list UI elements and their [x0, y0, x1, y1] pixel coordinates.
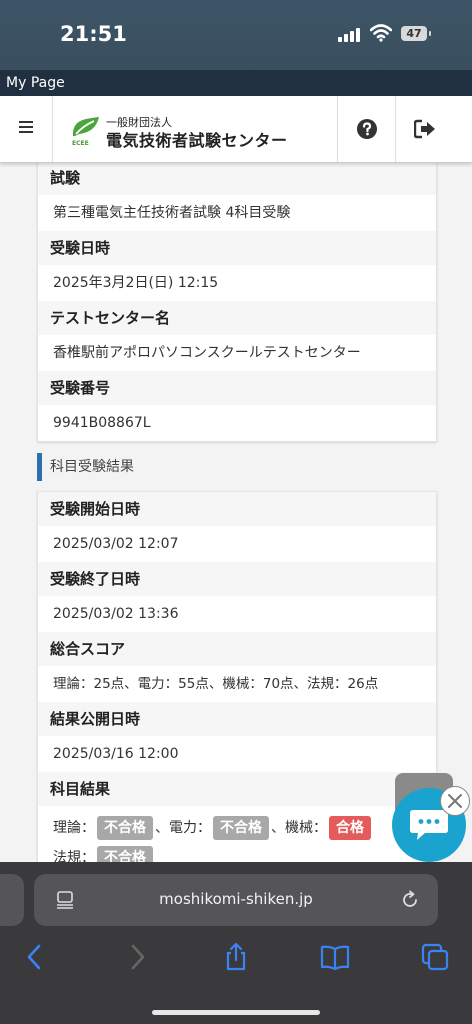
- subject-name: 電力：: [169, 820, 211, 836]
- field-label: 受験終了日時: [38, 562, 436, 596]
- section-title: 科目受験結果: [37, 453, 134, 481]
- field-label: 受験日時: [38, 231, 436, 265]
- result-card: 受験開始日時 2025/03/02 12:07 受験終了日時 2025/03/0…: [37, 491, 437, 862]
- window-titlebar: My Page: [0, 70, 472, 96]
- chat-bubble-icon: [410, 810, 448, 840]
- fail-badge: 不合格: [213, 816, 269, 840]
- field-label: 科目結果: [38, 772, 436, 806]
- field-value: 9941B08867L: [38, 405, 436, 441]
- subject-results: 理論： 不合格 、電力： 不合格 、機械： 合格 法規： 不合格: [38, 806, 436, 862]
- previous-tab-preview[interactable]: [0, 874, 24, 926]
- battery-icon: 47: [401, 26, 431, 41]
- pass-badge: 合格: [329, 816, 371, 840]
- share-icon[interactable]: [221, 942, 251, 972]
- separator: 、: [155, 820, 169, 836]
- exam-info-row: テストセンター名 香椎駅前アポロパソコンスクールテストセンター: [38, 301, 436, 371]
- result-row: 結果公開日時 2025/03/16 12:00: [38, 702, 436, 772]
- fail-badge: 不合格: [97, 846, 153, 862]
- cellular-signal-icon: [338, 26, 364, 42]
- field-label: 結果公開日時: [38, 702, 436, 736]
- field-value: 2025/03/02 13:36: [38, 596, 436, 632]
- hamburger-icon: [19, 121, 33, 123]
- sign-out-icon: [414, 119, 435, 139]
- exam-info-row: 受験番号 9941B08867L: [38, 371, 436, 441]
- browser-toolbar: moshikomi-shiken.jp: [0, 862, 472, 1024]
- result-row: 受験開始日時 2025/03/02 12:07: [38, 492, 436, 562]
- field-label: テストセンター名: [38, 301, 436, 335]
- field-value: 理論：25点、電力：55点、機械：70点、法規：26点: [38, 666, 436, 702]
- status-time: 21:51: [60, 22, 127, 46]
- field-label: 受験開始日時: [38, 492, 436, 526]
- exam-info-card: 試験 第三種電気主任技術者試験 4科目受験 受験日時 2025年3月2日(日) …: [37, 162, 437, 442]
- field-value: 2025年3月2日(日) 12:15: [38, 265, 436, 301]
- field-value: 第三種電気主任技術者試験 4科目受験: [38, 195, 436, 231]
- wifi-icon: [370, 24, 392, 42]
- exam-info-row: 試験 第三種電気主任技術者試験 4科目受験: [38, 162, 436, 231]
- subject-results-row: 科目結果 理論： 不合格 、電力： 不合格 、機械： 合格 法規： 不合格: [38, 772, 436, 862]
- window-title: My Page: [6, 75, 65, 91]
- url-text: moshikomi-shiken.jp: [159, 890, 313, 908]
- logout-button[interactable]: [395, 96, 454, 162]
- leaf-logo-icon: [72, 117, 99, 136]
- separator: 、: [271, 820, 285, 836]
- main-content: 試験 第三種電気主任技術者試験 4科目受験 受験日時 2025年3月2日(日) …: [0, 162, 472, 862]
- chat-close-button[interactable]: [440, 786, 470, 816]
- close-icon: [448, 794, 462, 808]
- logo-org-name: 電気技術者試験センター: [106, 131, 288, 150]
- help-button[interactable]: [337, 96, 396, 162]
- field-value: 2025/03/16 12:00: [38, 736, 436, 772]
- menu-button[interactable]: [0, 96, 53, 162]
- fail-badge: 不合格: [97, 816, 153, 840]
- exam-info-row: 受験日時 2025年3月2日(日) 12:15: [38, 231, 436, 301]
- bookmarks-icon[interactable]: [320, 942, 350, 972]
- status-bar: 21:51 47: [0, 0, 472, 70]
- subject-name: 機械：: [285, 820, 327, 836]
- reload-icon[interactable]: [400, 890, 420, 910]
- back-icon[interactable]: [20, 942, 50, 972]
- site-logo[interactable]: ECEE 一般財団法人 電気技術者試験センター: [70, 112, 310, 152]
- site-header: ECEE 一般財団法人 電気技術者試験センター: [0, 96, 472, 163]
- subject-name: 理論：: [53, 820, 95, 836]
- address-bar[interactable]: moshikomi-shiken.jp: [34, 874, 438, 926]
- subject-name: 法規：: [53, 850, 95, 862]
- question-circle-icon: [357, 119, 377, 139]
- result-row: 総合スコア 理論：25点、電力：55点、機械：70点、法規：26点: [38, 632, 436, 702]
- field-value: 2025/03/02 12:07: [38, 526, 436, 562]
- field-label: 受験番号: [38, 371, 436, 405]
- home-indicator: [152, 1010, 320, 1015]
- tabs-icon[interactable]: [420, 942, 450, 972]
- result-row: 受験終了日時 2025/03/02 13:36: [38, 562, 436, 632]
- logo-abbrev: ECEE: [72, 140, 89, 147]
- field-label: 試験: [38, 162, 436, 195]
- field-value: 香椎駅前アポロパソコンスクールテストセンター: [38, 335, 436, 371]
- field-label: 総合スコア: [38, 632, 436, 666]
- forward-icon[interactable]: [122, 942, 152, 972]
